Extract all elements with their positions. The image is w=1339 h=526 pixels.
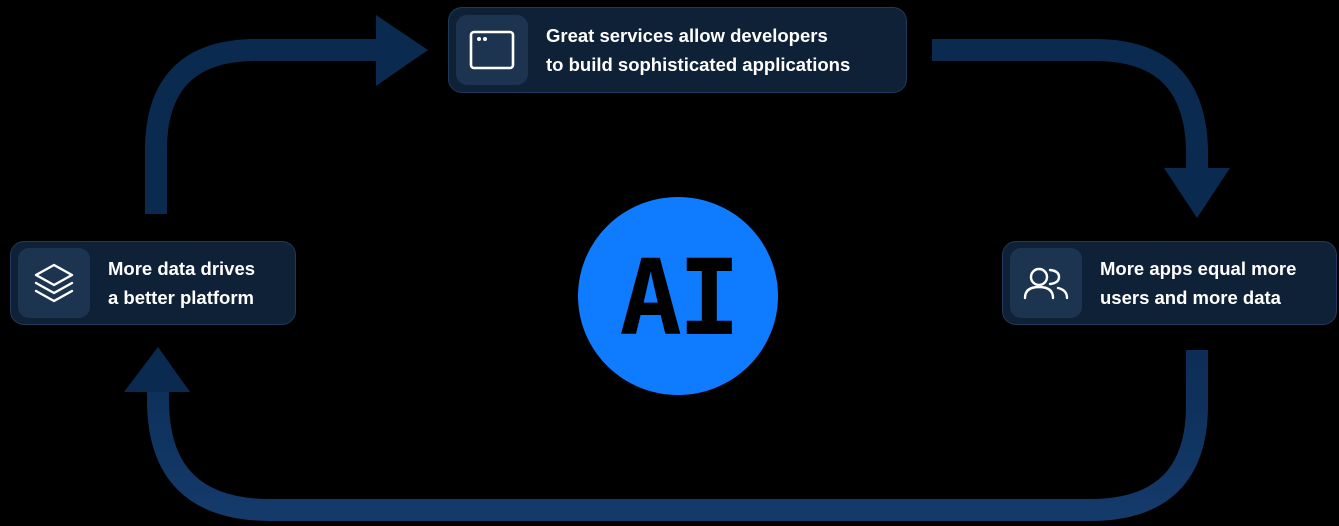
users-icon: [1010, 248, 1082, 318]
ai-label: AI: [619, 237, 740, 359]
node-more-data-text: More data drives a better platform: [108, 254, 255, 312]
ai-center-circle: AI: [578, 197, 778, 395]
node-great-services: Great services allow developers to build…: [448, 7, 907, 93]
node-great-services-line2: to build sophisticated applications: [546, 54, 851, 75]
node-more-data: More data drives a better platform: [10, 241, 296, 325]
arrow-left-to-top: [145, 15, 428, 214]
node-great-services-line1: Great services allow developers: [546, 25, 828, 46]
node-great-services-text: Great services allow developers to build…: [546, 21, 850, 79]
node-more-apps-text: More apps equal more users and more data: [1100, 254, 1296, 312]
node-more-data-line1: More data drives: [108, 258, 256, 279]
layers-icon: [18, 248, 90, 318]
arrow-top-to-right: [932, 39, 1230, 218]
node-more-data-line2: a better platform: [108, 287, 254, 308]
node-more-apps-line1: More apps equal more: [1100, 258, 1297, 279]
node-more-apps: More apps equal more users and more data: [1002, 241, 1337, 325]
cycle-diagram: Great services allow developers to build…: [0, 0, 1339, 526]
app-window-icon: [456, 15, 528, 85]
node-more-apps-line2: users and more data: [1100, 287, 1281, 308]
